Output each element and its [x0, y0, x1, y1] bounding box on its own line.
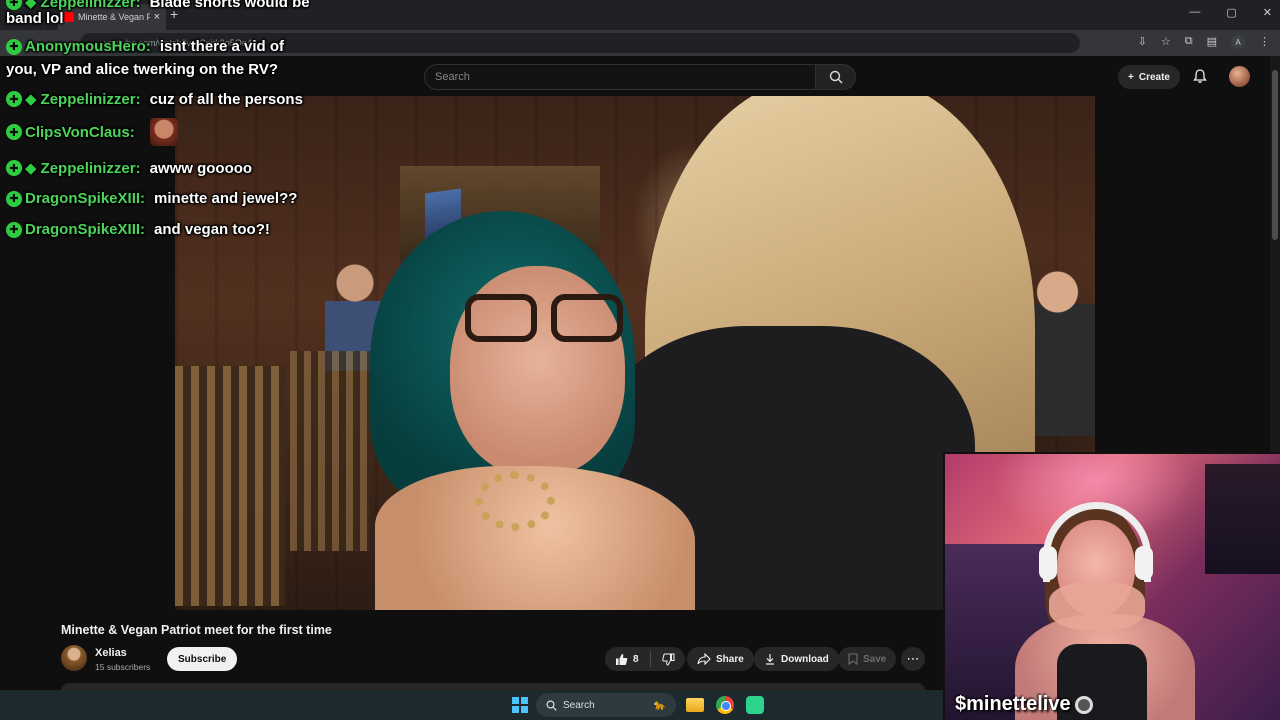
chat-username: AnonymousHero:: [25, 38, 151, 55]
webcam-streamer-hands: [1049, 582, 1145, 630]
chat-text: Blade shorts would be: [149, 0, 310, 11]
chat-text: minette and jewel??: [154, 190, 298, 207]
chat-continuation: you, VP and alice twerking on the RV?: [6, 61, 279, 78]
handle-emblem-icon: [1074, 695, 1093, 714]
minimize-button[interactable]: —: [1189, 6, 1200, 19]
like-button[interactable]: 8: [615, 653, 639, 666]
account-avatar[interactable]: [1229, 66, 1250, 87]
close-window-button[interactable]: ✕: [1263, 6, 1272, 19]
chat-text: awww gooooo: [149, 159, 253, 177]
chat-badge-icon: ✚: [6, 91, 22, 107]
search-icon: [829, 70, 842, 84]
search-button[interactable]: [816, 64, 856, 90]
thumbs-down-icon[interactable]: [661, 653, 675, 666]
channel-name[interactable]: Xelias: [95, 647, 127, 659]
screen: Minette & Vegan Patriot m × + — ▢ ✕ yout…: [0, 0, 1280, 720]
chat-badge-icon: ✚: [6, 160, 22, 176]
thumbs-up-icon: [616, 653, 628, 665]
chat-message: ✚ ◆ Zeppelinizzer: cuz of all the person…: [6, 90, 303, 108]
notifications-bell-icon[interactable]: [1192, 68, 1208, 84]
browser-toolbar-icons: ⇩ ☆ ⧉ ▤ A ⋮: [1138, 35, 1270, 49]
chat-username: Zeppelinizzer:: [40, 159, 141, 177]
video-frame-glasses: [465, 294, 635, 346]
chat-badge-icon: ✚: [6, 38, 22, 55]
taskbar-apps: Search 🐆: [512, 693, 766, 717]
pill-divider: [649, 651, 651, 667]
share-button[interactable]: Share: [687, 647, 754, 671]
tab-close-icon[interactable]: ×: [154, 11, 160, 23]
chat-username: ClipsVonClaus:: [25, 123, 135, 141]
chat-badge-icon: ✚: [6, 221, 22, 238]
tab-title: Minette & Vegan Patriot m: [78, 12, 150, 22]
plus-icon: +: [1128, 71, 1134, 83]
streamer-handle: $minettelive: [955, 693, 1093, 716]
window-controls: — ▢ ✕: [1189, 6, 1272, 19]
headphone-cup: [1135, 546, 1153, 580]
headphone-cup: [1039, 546, 1057, 580]
channel-avatar[interactable]: [61, 645, 87, 671]
streamer-webcam: $minettelive: [943, 452, 1280, 720]
create-label: Create: [1138, 71, 1170, 83]
chat-text: and vegan too?!: [154, 221, 270, 238]
youtube-favicon-icon: [64, 12, 74, 22]
download-button[interactable]: Download: [754, 647, 839, 671]
share-label: Share: [716, 653, 744, 665]
chat-username: Zeppelinizzer:: [40, 90, 141, 108]
like-dislike-group: 8: [605, 647, 685, 671]
file-explorer-icon[interactable]: [684, 694, 706, 716]
search-input[interactable]: [424, 64, 816, 90]
taskbar-search[interactable]: Search 🐆: [536, 693, 676, 717]
maximize-button[interactable]: ▢: [1226, 6, 1236, 19]
webcam-background-shelf: [1205, 464, 1280, 574]
diamond-badge-icon: ◆: [25, 91, 37, 108]
chat-message: ✚ ClipsVonClaus:: [6, 118, 178, 146]
scrollbar-thumb[interactable]: [1272, 70, 1278, 240]
streamer-handle-text: $minettelive: [955, 693, 1071, 715]
create-button[interactable]: + Create: [1118, 65, 1180, 89]
chat-badge-icon: ✚: [6, 0, 22, 10]
app-icon[interactable]: [744, 694, 766, 716]
chrome-icon[interactable]: [714, 694, 736, 716]
chat-message: ✚ ◆ Zeppelinizzer: awww gooooo: [6, 159, 252, 177]
bookmark-star-icon[interactable]: ☆: [1161, 35, 1171, 49]
chat-emote-image: [149, 118, 178, 146]
windows-start-icon[interactable]: [512, 697, 528, 713]
subscribe-button[interactable]: Subscribe: [167, 647, 238, 671]
search-highlight-icon: 🐆: [653, 699, 666, 711]
extensions-icon[interactable]: ⧉: [1185, 35, 1193, 49]
download-icon: [766, 654, 774, 665]
chat-message: ✚ DragonSpikeXIII: minette and jewel??: [6, 190, 297, 207]
subscriber-count: 15 subscribers: [95, 662, 151, 672]
side-panel-icon[interactable]: ▤: [1207, 35, 1217, 49]
windows-taskbar: Search 🐆: [0, 690, 943, 720]
browser-menu-icon[interactable]: ⋮: [1259, 35, 1270, 49]
chat-username: DragonSpikeXIII:: [25, 190, 146, 207]
share-arrow-icon: [697, 653, 711, 665]
chat-message: ✚ AnonymousHero: isnt there a vid of: [6, 38, 284, 55]
save-label: Save: [863, 653, 887, 665]
download-label: Download: [781, 653, 829, 665]
more-actions-button[interactable]: ⋯: [901, 647, 925, 671]
profile-avatar[interactable]: A: [1231, 35, 1245, 49]
video-frame-chair: [290, 351, 370, 551]
video-frame-bracelet: [475, 471, 555, 531]
taskbar-search-label: Search: [563, 699, 595, 711]
video-frame-chair: [175, 366, 285, 606]
search-box: [424, 64, 856, 90]
bookmark-icon: [848, 653, 858, 665]
search-icon: [546, 699, 557, 711]
chat-username: DragonSpikeXIII:: [25, 221, 146, 238]
video-title: Minette & Vegan Patriot meet for the fir…: [61, 623, 332, 637]
chat-text: isnt there a vid of: [159, 38, 285, 55]
install-app-icon[interactable]: ⇩: [1138, 35, 1147, 49]
diamond-badge-icon: ◆: [25, 160, 37, 177]
save-button[interactable]: Save: [838, 647, 897, 671]
chat-text: cuz of all the persons: [149, 90, 303, 108]
chat-badge-icon: ✚: [6, 124, 22, 140]
chat-username: Zeppelinizzer:: [40, 0, 141, 11]
chat-badge-icon: ✚: [6, 190, 22, 207]
chat-continuation: band lol: [6, 10, 64, 27]
like-count: 8: [633, 653, 639, 665]
chat-message: ✚ DragonSpikeXIII: and vegan too?!: [6, 221, 270, 238]
